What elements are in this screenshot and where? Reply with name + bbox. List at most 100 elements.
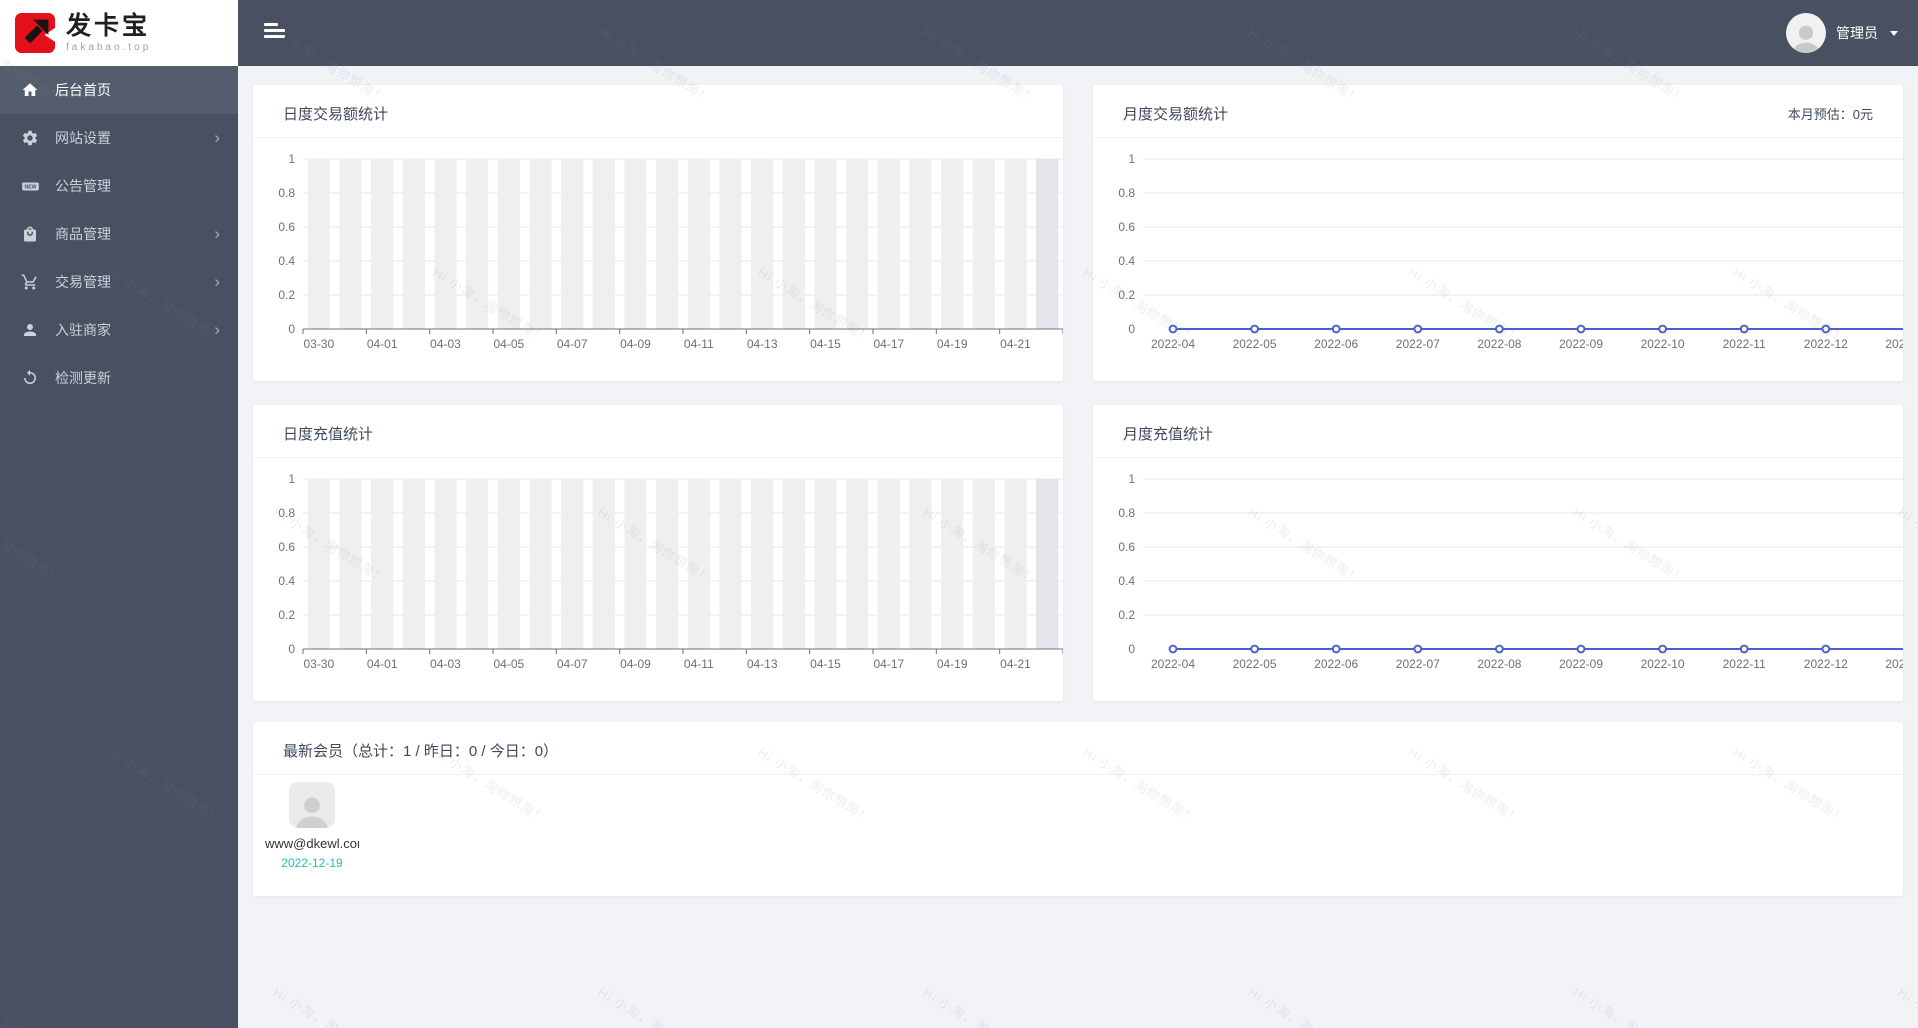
svg-text:0: 0 <box>1128 322 1135 336</box>
sidebar-item-检测更新[interactable]: 检测更新 <box>0 354 238 402</box>
svg-text:0: 0 <box>1128 642 1135 656</box>
panel-monthly-trade: 0 0.2 0.4 0.6 0.8 1 2022-04 2022-05 2022-06 2022-… <box>1093 85 1918 381</box>
svg-text:2022-09: 2022-09 <box>1559 657 1603 671</box>
svg-text:0.4: 0.4 <box>1118 574 1135 588</box>
svg-text:04-15: 04-15 <box>810 657 841 671</box>
user-menu[interactable]: 管理员 <box>1786 13 1898 53</box>
daily-trade-chart: 0 0.2 0.4 0.6 0.8 1 03-30 04-01 04-03 04-05 04-07 0… <box>253 85 1064 381</box>
svg-text:04-17: 04-17 <box>873 337 904 351</box>
svg-text:03-30: 03-30 <box>303 657 334 671</box>
person-icon <box>296 797 328 828</box>
svg-text:03-30: 03-30 <box>303 337 334 351</box>
svg-text:2022-06: 2022-06 <box>1314 657 1358 671</box>
svg-text:0.8: 0.8 <box>278 186 295 200</box>
svg-text:2022-05: 2022-05 <box>1233 337 1277 351</box>
sidebar-item-label: 检测更新 <box>55 370 111 386</box>
sidebar-item-label: 后台首页 <box>55 82 111 98</box>
svg-text:0.4: 0.4 <box>1118 254 1135 268</box>
svg-text:1: 1 <box>1128 472 1135 486</box>
svg-text:1: 1 <box>288 152 295 166</box>
divider <box>253 457 1063 458</box>
svg-text:0.2: 0.2 <box>278 608 295 622</box>
watermark-text: Hi 小淘，淘你想淘！ <box>595 984 715 1028</box>
members-title: 最新会员（总计：1 / 昨日：0 / 今日：0） <box>283 743 559 760</box>
svg-text:0: 0 <box>288 322 295 336</box>
chevron-right-icon: › <box>214 223 220 243</box>
member-join-date: 2022-12-19 <box>281 856 343 870</box>
svg-text:04-11: 04-11 <box>684 337 714 351</box>
svg-text:2022-12: 2022-12 <box>1804 337 1848 351</box>
app-logo: 发卡宝 fakabao.top <box>0 0 238 66</box>
svg-text:2022-08: 2022-08 <box>1477 337 1521 351</box>
sidebar-item-后台首页[interactable]: 后台首页 <box>0 66 238 114</box>
watermark-text: Hi 小淘，淘你想淘！ <box>270 984 390 1028</box>
monthly-recharge-chart: 0 0.2 0.4 0.6 0.8 1 2022-04 2022-05 2022-06 2022-… <box>1093 405 1918 701</box>
watermark-text: Hi 小淘，淘你想淘！ <box>1570 984 1690 1028</box>
dashboard-page: 管理员 后台首页 网站设置 › NEW 公告管理 商品管理 › 交易管理 › 入驻商家 › 检测更新 … <box>0 0 1918 1028</box>
svg-text:04-07: 04-07 <box>557 657 588 671</box>
svg-text:04-15: 04-15 <box>810 337 841 351</box>
sidebar: 后台首页网站设置 › NEW 公告管理商品管理 › 交易管理 › 入驻商家 › 检测更新 <box>0 0 238 1028</box>
svg-text:04-05: 04-05 <box>493 657 524 671</box>
svg-text:2022-10: 2022-10 <box>1641 657 1685 671</box>
top-header: 管理员 <box>238 0 1918 66</box>
svg-text:04-13: 04-13 <box>747 337 778 351</box>
svg-text:04-01: 04-01 <box>367 337 398 351</box>
svg-text:04-09: 04-09 <box>620 657 651 671</box>
sidebar-menu: 后台首页网站设置 › NEW 公告管理商品管理 › 交易管理 › 入驻商家 › 检测更新 <box>0 66 238 402</box>
svg-text:0.8: 0.8 <box>1118 186 1135 200</box>
panel-title: 月度充值统计 <box>1123 426 1214 443</box>
svg-text:04-21: 04-21 <box>1000 657 1031 671</box>
member-item[interactable]: www@dkewl.com 2022-12-19 <box>265 782 359 870</box>
svg-text:2023-01: 2023-01 <box>1885 657 1903 671</box>
panel-daily-recharge: 0 0.2 0.4 0.6 0.8 1 03-30 04-01 04-03 04-05 04-07 0… <box>253 405 1064 701</box>
sidebar-item-交易管理[interactable]: 交易管理 › <box>0 258 238 306</box>
svg-text:1: 1 <box>288 472 295 486</box>
svg-text:04-01: 04-01 <box>367 657 398 671</box>
svg-text:NEW: NEW <box>24 184 36 190</box>
svg-text:04-21: 04-21 <box>1000 337 1031 351</box>
svg-text:0.2: 0.2 <box>278 288 295 302</box>
svg-text:2022-04: 2022-04 <box>1151 657 1195 671</box>
gear-icon <box>20 128 40 148</box>
sidebar-item-label: 公告管理 <box>55 178 111 194</box>
svg-text:0.6: 0.6 <box>278 540 295 554</box>
sidebar-item-公告管理[interactable]: NEW 公告管理 <box>0 162 238 210</box>
svg-text:04-13: 04-13 <box>747 657 778 671</box>
svg-text:2022-08: 2022-08 <box>1477 657 1521 671</box>
watermark-text: Hi 小淘，淘你想淘！ <box>1895 984 1918 1028</box>
chevron-right-icon: › <box>214 271 220 291</box>
svg-text:0.4: 0.4 <box>278 254 295 268</box>
svg-text:0.8: 0.8 <box>278 506 295 520</box>
update-refresh-icon <box>20 368 40 388</box>
shopping-bag-icon <box>20 224 40 244</box>
daily-recharge-chart: 0 0.2 0.4 0.6 0.8 1 03-30 04-01 04-03 04-05 04-07 0… <box>253 405 1064 701</box>
svg-text:2022-11: 2022-11 <box>1723 337 1766 351</box>
svg-text:04-19: 04-19 <box>937 657 968 671</box>
sidebar-item-网站设置[interactable]: 网站设置 › <box>0 114 238 162</box>
svg-text:0: 0 <box>288 642 295 656</box>
panel-monthly-recharge: 0 0.2 0.4 0.6 0.8 1 2022-04 2022-05 2022-06 2022-… <box>1093 405 1918 701</box>
svg-text:2022-07: 2022-07 <box>1396 337 1440 351</box>
user-name: 管理员 <box>1836 25 1878 41</box>
member-email: www@dkewl.com <box>265 836 359 851</box>
monthly-trade-chart: 0 0.2 0.4 0.6 0.8 1 2022-04 2022-05 2022-06 2022-… <box>1093 85 1918 381</box>
svg-text:0.2: 0.2 <box>1118 288 1135 302</box>
person-icon <box>1792 25 1820 53</box>
svg-text:2022-11: 2022-11 <box>1723 657 1766 671</box>
watermark-text: Hi 小淘，淘你想淘！ <box>1245 984 1365 1028</box>
sidebar-item-入驻商家[interactable]: 入驻商家 › <box>0 306 238 354</box>
svg-text:2022-12: 2022-12 <box>1804 657 1848 671</box>
svg-text:0.6: 0.6 <box>278 220 295 234</box>
svg-text:2022-04: 2022-04 <box>1151 337 1195 351</box>
member-avatar <box>289 782 335 828</box>
cart-icon <box>20 272 40 292</box>
sidebar-toggle-button[interactable] <box>264 23 288 43</box>
svg-text:2022-09: 2022-09 <box>1559 337 1603 351</box>
svg-text:0.6: 0.6 <box>1118 220 1135 234</box>
svg-text:0.8: 0.8 <box>1118 506 1135 520</box>
sidebar-item-商品管理[interactable]: 商品管理 › <box>0 210 238 258</box>
svg-text:04-03: 04-03 <box>430 657 461 671</box>
svg-text:0.2: 0.2 <box>1118 608 1135 622</box>
svg-text:0.6: 0.6 <box>1118 540 1135 554</box>
